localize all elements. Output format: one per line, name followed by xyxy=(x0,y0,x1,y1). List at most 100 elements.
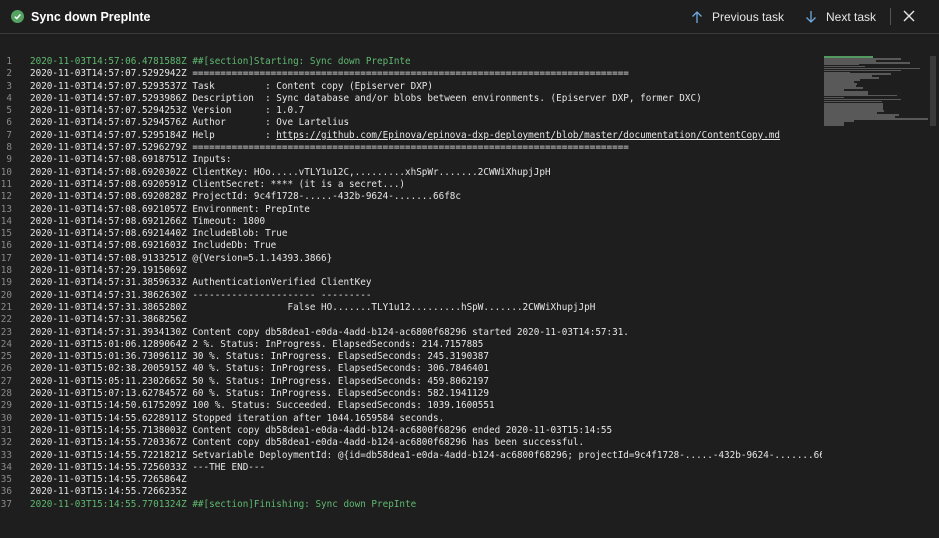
line-number: 28 xyxy=(0,388,12,400)
log-line: 27 2020-11-03T15:05:11.2302665Z 50 %. Sta… xyxy=(0,376,822,388)
line-number: 9 xyxy=(6,154,12,166)
line-number: 35 xyxy=(0,474,12,486)
log-text: 2020-11-03T14:57:08.6920828Z ProjectId: … xyxy=(30,191,461,203)
log-line: 29 2020-11-03T15:14:50.6175209Z 100 %. St… xyxy=(0,400,822,412)
log-line: 14 2020-11-03T14:57:08.6921266Z Timeout: … xyxy=(0,216,822,228)
log-text: 2020-11-03T14:57:08.6918751Z Inputs: xyxy=(30,154,232,166)
log-line: 25 2020-11-03T15:01:36.7309611Z 30 %. Sta… xyxy=(0,351,822,363)
log-line: 9 2020-11-03T14:57:08.6918751Z Inputs: xyxy=(0,154,822,166)
log-text: 2020-11-03T14:57:31.3859633Z Authenticat… xyxy=(30,277,372,289)
help-link[interactable]: https://github.com/Epinova/epinova-dxp-d… xyxy=(276,130,780,142)
log-text: 2020-11-03T15:14:55.7266235Z xyxy=(30,486,187,498)
task-header: Sync down PrepInte Previous task Next ta… xyxy=(0,0,939,34)
line-number: 30 xyxy=(0,412,12,424)
log-line: 15 2020-11-03T14:57:08.6921440Z IncludeBl… xyxy=(0,228,822,240)
line-number: 2 xyxy=(6,68,12,80)
line-number: 1 xyxy=(6,56,12,67)
log-text: 2020-11-03T15:07:13.6278457Z 60 %. Statu… xyxy=(30,388,489,400)
line-number: 37 xyxy=(0,498,12,510)
log-output[interactable]: 1 2020-11-03T14:57:06.4781588Z ##[section… xyxy=(0,56,822,538)
line-number: 8 xyxy=(6,142,12,154)
line-number: 29 xyxy=(0,400,12,412)
line-number: 32 xyxy=(0,437,12,449)
log-text: 2020-11-03T14:57:06.4781588Z ##[section]… xyxy=(30,56,411,67)
log-line: 30 2020-11-03T15:14:55.6228911Z Stopped i… xyxy=(0,413,822,425)
log-line: 2 2020-11-03T14:57:07.5292942Z ==========… xyxy=(0,68,822,80)
log-line: 5 2020-11-03T14:57:07.5294253Z Version : … xyxy=(0,105,822,117)
log-text: 2020-11-03T14:57:29.1915069Z xyxy=(30,265,187,277)
line-number: 4 xyxy=(6,92,12,104)
line-number: 17 xyxy=(0,252,12,264)
log-text: 2020-11-03T14:57:07.5292942Z ===========… xyxy=(30,68,629,80)
log-minimap[interactable] xyxy=(824,56,936,126)
log-line: 19 2020-11-03T14:57:31.3859633Z Authentic… xyxy=(0,277,822,289)
header-divider xyxy=(890,8,891,25)
arrow-down-icon xyxy=(806,10,816,23)
line-number: 34 xyxy=(0,461,12,473)
log-text: 2020-11-03T15:14:55.7203367Z Content cop… xyxy=(30,437,585,449)
log-text: 2020-11-03T14:57:08.6921266Z Timeout: 18… xyxy=(30,215,266,227)
log-text: 2020-11-03T14:57:07.5293537Z Task : Cont… xyxy=(30,80,433,92)
log-line: 17 2020-11-03T14:57:08.9133251Z @{Version… xyxy=(0,253,822,265)
log-line: 22 2020-11-03T14:57:31.3868256Z xyxy=(0,314,822,326)
log-line: 20 2020-11-03T14:57:31.3862630Z ---------… xyxy=(0,290,822,302)
log-text: 2020-11-03T14:57:08.6920302Z ClientKey: … xyxy=(30,166,551,178)
line-number: 24 xyxy=(0,338,12,350)
log-line: 35 2020-11-03T15:14:55.7265864Z xyxy=(0,474,822,486)
log-text: 2020-11-03T15:05:11.2302665Z 50 %. Statu… xyxy=(30,375,489,387)
line-number: 19 xyxy=(0,277,12,289)
line-number: 31 xyxy=(0,424,12,436)
log-line: 1 2020-11-03T14:57:06.4781588Z ##[section… xyxy=(0,56,822,68)
log-line: 3 2020-11-03T14:57:07.5293537Z Task : Con… xyxy=(0,81,822,93)
task-title: Sync down PrepInte xyxy=(31,9,151,24)
next-task-label: Next task xyxy=(826,9,877,24)
line-number: 12 xyxy=(0,191,12,203)
log-text: 2020-11-03T14:57:07.5296279Z ===========… xyxy=(30,142,629,154)
log-text: 2020-11-03T14:57:07.5295184Z Help : xyxy=(30,129,277,141)
previous-task-button[interactable]: Previous task xyxy=(691,0,784,33)
line-number: 33 xyxy=(0,449,12,461)
line-number: 13 xyxy=(0,203,12,215)
log-line: 13 2020-11-03T14:57:08.6921057Z Environme… xyxy=(0,204,822,216)
log-text: 2020-11-03T14:57:08.6921057Z Environment… xyxy=(30,203,310,215)
log-text: 2020-11-03T14:57:31.3862630Z -----------… xyxy=(30,289,372,301)
line-number: 18 xyxy=(0,265,12,277)
log-line: 37 2020-11-03T15:14:55.7701324Z ##[sectio… xyxy=(0,499,822,511)
log-text: 2020-11-03T15:01:36.7309611Z 30 %. Statu… xyxy=(30,351,489,363)
line-number: 7 xyxy=(6,129,12,141)
log-text: 2020-11-03T14:57:31.3865280Z False HO...… xyxy=(30,301,596,313)
log-text: 2020-11-03T14:57:31.3934130Z Content cop… xyxy=(30,326,629,338)
line-number: 20 xyxy=(0,289,12,301)
next-task-button[interactable]: Next task xyxy=(805,0,876,33)
log-text: 2020-11-03T15:14:55.7256033Z ---THE END-… xyxy=(30,461,266,473)
close-icon[interactable] xyxy=(902,9,916,23)
log-line: 21 2020-11-03T14:57:31.3865280Z False HO.… xyxy=(0,302,822,314)
log-line: 12 2020-11-03T14:57:08.6920828Z ProjectId… xyxy=(0,191,822,203)
minimap-scrollbar[interactable] xyxy=(930,56,936,126)
line-number: 36 xyxy=(0,486,12,498)
previous-task-label: Previous task xyxy=(712,9,785,24)
log-line: 24 2020-11-03T15:01:06.1289064Z 2 %. Stat… xyxy=(0,339,822,351)
line-number: 23 xyxy=(0,326,12,338)
log-text: 2020-11-03T14:57:07.5293986Z Description… xyxy=(30,92,702,104)
log-text: 2020-11-03T14:57:31.3868256Z xyxy=(30,314,187,326)
log-line: 6 2020-11-03T14:57:07.5294576Z Author : O… xyxy=(0,117,822,129)
line-number: 16 xyxy=(0,240,12,252)
log-text: 2020-11-03T14:57:07.5294576Z Author : Ov… xyxy=(30,117,350,129)
line-number: 22 xyxy=(0,314,12,326)
line-number: 3 xyxy=(6,80,12,92)
log-text: 2020-11-03T15:14:55.6228911Z Stopped ite… xyxy=(30,412,445,424)
line-number: 14 xyxy=(0,215,12,227)
log-line: 26 2020-11-03T15:02:38.2005915Z 40 %. Sta… xyxy=(0,363,822,375)
log-text: 2020-11-03T15:14:55.7265864Z xyxy=(30,474,187,486)
line-number: 10 xyxy=(0,166,12,178)
log-text: 2020-11-03T15:14:55.7221821Z Setvariable… xyxy=(30,449,822,461)
log-text: 2020-11-03T15:02:38.2005915Z 40 %. Statu… xyxy=(30,363,489,375)
log-line: 36 2020-11-03T15:14:55.7266235Z xyxy=(0,486,822,498)
log-line: 34 2020-11-03T15:14:55.7256033Z ---THE EN… xyxy=(0,462,822,474)
log-line: 23 2020-11-03T14:57:31.3934130Z Content c… xyxy=(0,327,822,339)
log-text: 2020-11-03T14:57:08.9133251Z @{Version=5… xyxy=(30,252,333,264)
log-text: 2020-11-03T15:14:55.7138003Z Content cop… xyxy=(30,424,613,436)
line-number: 27 xyxy=(0,375,12,387)
log-line: 4 2020-11-03T14:57:07.5293986Z Descriptio… xyxy=(0,93,822,105)
